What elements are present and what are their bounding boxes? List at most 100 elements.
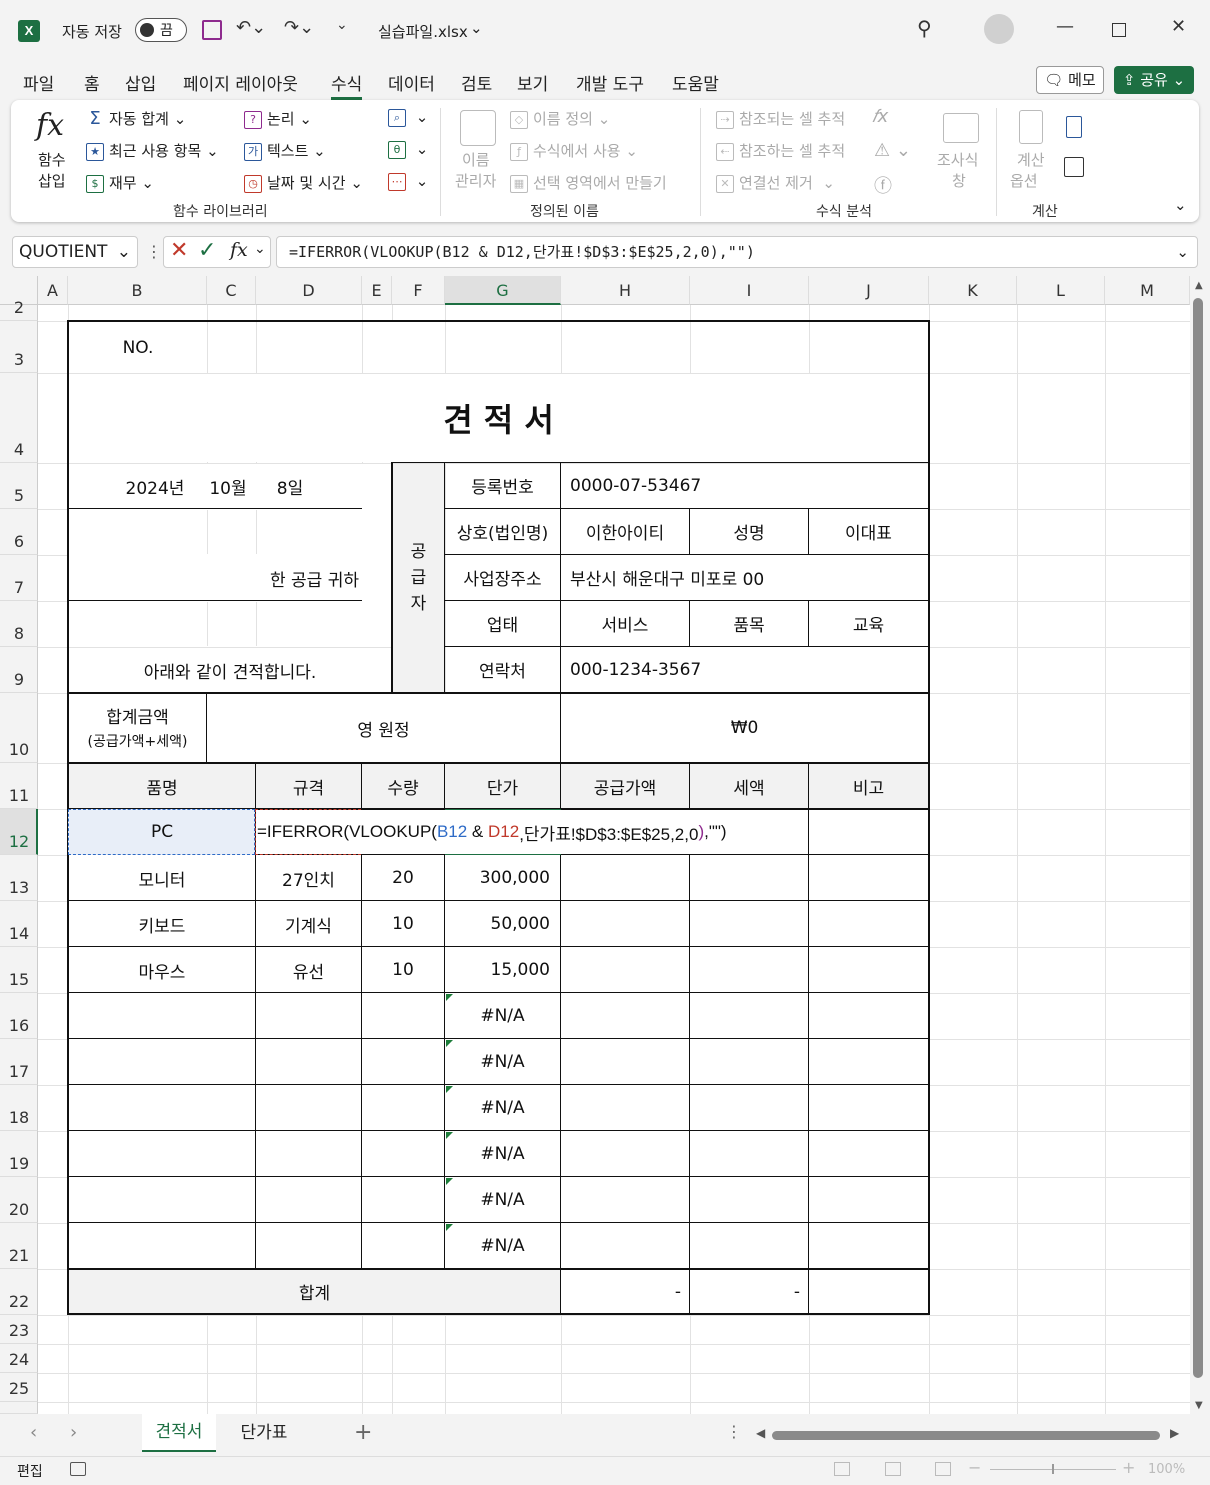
watch-window-icon[interactable] <box>943 113 979 143</box>
row-header[interactable]: 20 <box>0 1177 38 1223</box>
formula-bar-grip-icon[interactable]: ⋮ <box>146 242 162 261</box>
row-header[interactable]: 10 <box>0 693 38 763</box>
quote-title[interactable]: 견 적 서 <box>69 374 928 462</box>
company-value[interactable]: 이한아이티 <box>561 509 689 554</box>
name-box[interactable]: QUOTIENT ⌄ <box>12 236 138 268</box>
column-header-a[interactable]: A <box>38 276 68 305</box>
recipient-text[interactable]: 한 공급 귀하 <box>69 556 359 600</box>
sheet-tab-prices[interactable]: 단가표 <box>226 1414 302 1450</box>
autosum-button[interactable]: Σ 자동 합계 ⌄ <box>86 108 186 129</box>
total-sublabel[interactable]: (공급가액+세액) <box>69 730 206 752</box>
cell-editor-g12[interactable]: =IFERROR(VLOOKUP(B12 & D12 ,단가표!$D$3:$E$2… <box>257 810 807 854</box>
more-functions-button[interactable]: ⋯ ⌄ <box>388 172 428 191</box>
name-manager-label-2[interactable]: 관리자 <box>455 170 496 191</box>
date-day[interactable]: 8일 <box>262 464 318 508</box>
price-error[interactable]: #N/A <box>445 1178 560 1222</box>
scroll-down-icon[interactable]: ▼ <box>1195 1400 1203 1411</box>
tab-home[interactable]: 홈 <box>84 70 100 95</box>
item-qty[interactable]: 20 <box>362 856 444 900</box>
minimize-icon[interactable]: — <box>1056 16 1074 37</box>
no-label[interactable]: NO. <box>69 322 207 373</box>
insert-function-icon[interactable]: fx <box>230 239 248 261</box>
name-manager-label-1[interactable]: 이름 <box>462 149 490 170</box>
formula-expand-icon[interactable]: ⌄ <box>1176 237 1189 267</box>
column-header-k[interactable]: K <box>929 276 1017 305</box>
total-amount[interactable]: ₩0 <box>561 694 928 762</box>
column-header-g[interactable]: G <box>445 276 561 305</box>
calc-options-label-1[interactable]: 계산 <box>1017 149 1045 170</box>
item-price[interactable]: 50,000 <box>445 902 550 946</box>
row-header[interactable]: 13 <box>0 855 38 901</box>
item-qty[interactable]: 10 <box>362 948 444 992</box>
save-icon[interactable] <box>202 20 222 40</box>
formula-input[interactable]: =IFERROR(VLOOKUP(B12 & D12,단가표!$D$3:$E$2… <box>276 236 1198 268</box>
column-header-b[interactable]: B <box>68 276 207 305</box>
ribbon-collapse-icon[interactable]: ⌄ <box>1174 196 1187 214</box>
row-header[interactable]: 25 <box>0 1373 38 1402</box>
error-checking-icon[interactable]: ⚠ ⌄ <box>874 140 911 161</box>
row-header[interactable]: 11 <box>0 763 38 809</box>
total-korean[interactable]: 영 원정 <box>207 694 560 762</box>
tab-view[interactable]: 보기 <box>517 70 548 95</box>
datetime-button[interactable]: ◷ 날짜 및 시간 ⌄ <box>244 172 363 193</box>
fx-chevron-icon[interactable]: ⌄ <box>254 241 266 257</box>
column-header-f[interactable]: F <box>392 276 445 305</box>
math-button[interactable]: θ ⌄ <box>388 140 428 159</box>
address-value[interactable]: 부산시 해운대구 미포로 00 <box>570 555 920 600</box>
remove-arrows-button[interactable]: ✕ 연결선 제거 ⌄ <box>716 172 835 193</box>
logical-button[interactable]: ? 논리 ⌄ <box>244 108 312 129</box>
row-header[interactable]: 5 <box>0 463 38 509</box>
row-header[interactable]: 4 <box>0 373 38 463</box>
date-year[interactable]: 2024년 <box>110 464 200 508</box>
row-header[interactable]: 24 <box>0 1344 38 1373</box>
filename-chevron-icon[interactable]: ⌄ <box>470 19 483 37</box>
calculate-now-icon[interactable] <box>1066 116 1082 138</box>
zoom-slider-thumb[interactable] <box>1052 1464 1054 1474</box>
watch-window-label-1[interactable]: 조사식 <box>937 149 978 170</box>
column-header-e[interactable]: E <box>362 276 392 305</box>
item-name[interactable]: 모니터 <box>69 856 255 900</box>
price-error[interactable]: #N/A <box>445 1040 560 1084</box>
row-header[interactable]: 17 <box>0 1039 38 1085</box>
accessibility-icon[interactable] <box>70 1462 86 1476</box>
date-month[interactable]: 10월 <box>200 464 256 508</box>
header-supply[interactable]: 공급가액 <box>561 764 689 808</box>
reg-no-label[interactable]: 등록번호 <box>445 463 560 508</box>
avatar[interactable] <box>984 14 1014 44</box>
calculate-sheet-icon[interactable] <box>1064 157 1084 177</box>
column-header-m[interactable]: M <box>1105 276 1190 305</box>
trace-precedents-button[interactable]: ⇢ 참조되는 셀 추적 <box>716 108 845 129</box>
price-error[interactable]: #N/A <box>445 994 560 1038</box>
contact-label[interactable]: 연락처 <box>445 647 560 692</box>
row-header[interactable]: 3 <box>0 321 38 373</box>
tab-developer[interactable]: 개발 도구 <box>576 70 644 95</box>
zoom-out-icon[interactable]: − <box>968 1458 981 1477</box>
zoom-in-icon[interactable]: + <box>1122 1458 1135 1477</box>
create-from-selection-button[interactable]: ▦ 선택 영역에서 만들기 <box>510 172 667 193</box>
add-sheet-icon[interactable]: + <box>354 1420 372 1445</box>
header-tax[interactable]: 세액 <box>690 764 808 808</box>
tab-help[interactable]: 도움말 <box>672 70 719 95</box>
supplier-label-char[interactable]: 공 <box>393 536 444 562</box>
watch-window-label-2[interactable]: 창 <box>952 170 966 191</box>
rep-value[interactable]: 이대표 <box>809 509 928 554</box>
item-name[interactable]: 키보드 <box>69 902 255 946</box>
row-header[interactable]: 19 <box>0 1131 38 1177</box>
row-header[interactable]: 21 <box>0 1223 38 1269</box>
text-button[interactable]: 가 텍스트 ⌄ <box>244 140 326 161</box>
item-name[interactable]: 마우스 <box>69 948 255 992</box>
tab-review[interactable]: 검토 <box>461 70 492 95</box>
address-label[interactable]: 사업장주소 <box>445 555 560 600</box>
row-header[interactable]: 23 <box>0 1315 38 1344</box>
show-formulas-icon[interactable]: 𝑓x <box>872 106 888 127</box>
price-error[interactable]: #N/A <box>445 1086 560 1130</box>
undo-icon[interactable]: ↶⌄ <box>236 17 266 38</box>
memo-button[interactable]: 🗨 메모 <box>1036 66 1104 94</box>
row-header[interactable]: 9 <box>0 647 38 693</box>
item-label[interactable]: 품목 <box>690 601 808 646</box>
row-header[interactable]: 6 <box>0 509 38 555</box>
sum-tax[interactable]: - <box>690 1270 800 1313</box>
item-spec[interactable]: 기계식 <box>256 902 361 946</box>
company-label[interactable]: 상호(법인명) <box>445 509 560 554</box>
close-icon[interactable]: ✕ <box>1171 16 1186 37</box>
